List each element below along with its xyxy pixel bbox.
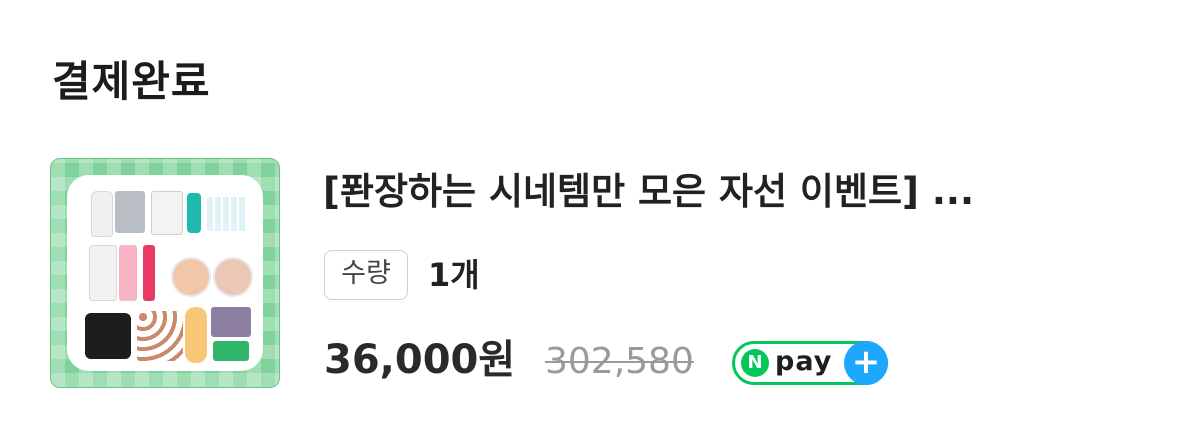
product-green-card <box>213 341 249 361</box>
original-price: 302,580 <box>545 341 694 382</box>
npay-n-icon: N <box>741 349 769 377</box>
product-tube-pink <box>119 245 137 301</box>
product-mask-box <box>115 191 145 233</box>
product-serum <box>187 193 201 233</box>
product-photocards <box>211 307 251 337</box>
product-tshirt <box>85 313 131 359</box>
quantity-label-badge: 수량 <box>324 250 408 300</box>
product-cushion-2 <box>213 257 253 297</box>
page-title: 결제완료 <box>52 57 211 106</box>
npay-label: pay <box>775 346 833 377</box>
product-lipstick <box>143 245 155 301</box>
product-box <box>151 191 183 235</box>
product-stickers <box>137 311 183 361</box>
plus-icon: + <box>844 341 888 385</box>
product-tube-1 <box>89 245 117 301</box>
product-vials <box>207 197 247 231</box>
quantity-value: 1개 <box>428 256 480 294</box>
product-name[interactable]: [퐌장하는 시네템만 모은 자선 이벤트] ... <box>323 168 1153 216</box>
npay-plus-badge: N pay + <box>732 341 888 385</box>
product-thumbnail[interactable] <box>50 158 280 388</box>
product-hairpins <box>185 307 207 363</box>
thumbnail-frame <box>67 175 263 371</box>
product-bottle-1 <box>91 191 113 237</box>
sale-price: 36,000원 <box>324 337 516 383</box>
product-cushion-1 <box>171 257 211 297</box>
